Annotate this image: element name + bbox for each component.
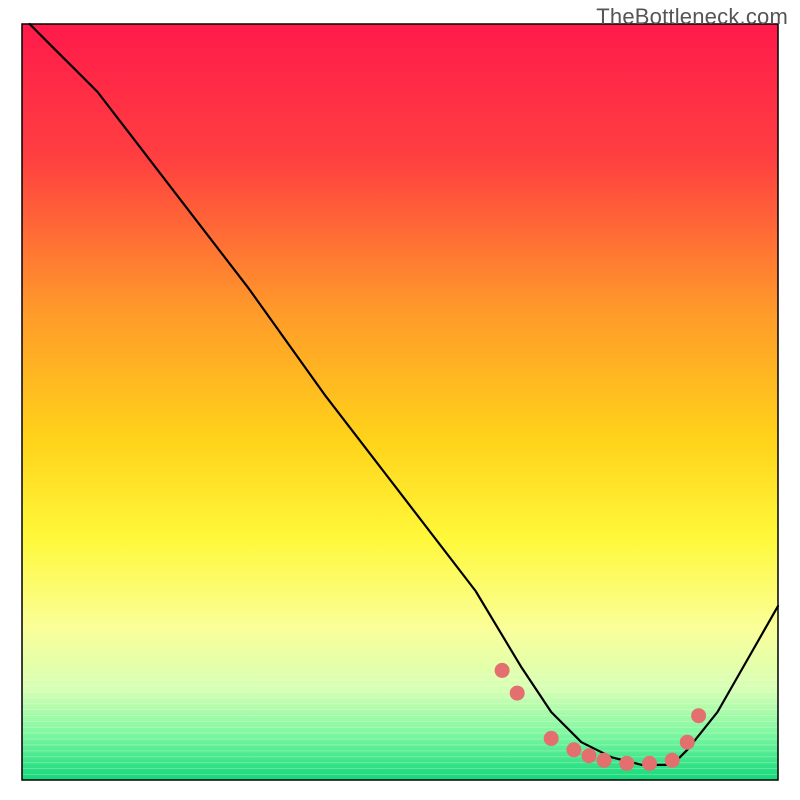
marker-point (566, 742, 581, 757)
marker-point (495, 663, 510, 678)
marker-point (619, 756, 634, 771)
marker-point (680, 735, 695, 750)
marker-point (691, 708, 706, 723)
marker-point (582, 748, 597, 763)
chart-svg (0, 0, 800, 800)
marker-point (510, 686, 525, 701)
marker-point (642, 756, 657, 771)
marker-point (665, 753, 680, 768)
watermark-label: TheBottleneck.com (596, 4, 788, 30)
marker-point (597, 753, 612, 768)
chart-container: TheBottleneck.com (0, 0, 800, 800)
marker-point (544, 731, 559, 746)
gradient-background (22, 24, 778, 780)
